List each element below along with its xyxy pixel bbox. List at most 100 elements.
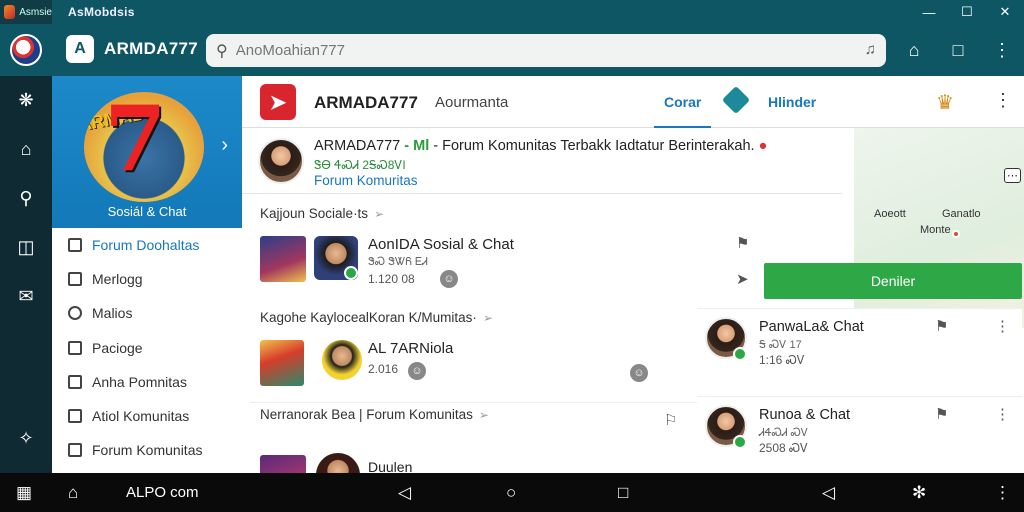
card-header: Kajjoun Sociale·ts: [260, 206, 369, 221]
armada-logo: ARMADA 7: [84, 92, 204, 202]
settings-icon[interactable]: ❋: [0, 76, 52, 125]
sidebar-item[interactable]: Forum Komunitas: [52, 433, 242, 467]
search-bar[interactable]: ⚲ ♫: [206, 34, 886, 67]
post-header[interactable]: ARMADA777 - Ml - Forum Komunitas Terbakk…: [242, 128, 842, 194]
recents-icon[interactable]: □: [618, 483, 628, 503]
item-meta: ᏗᏎᏍᏗ ᏍᏙ: [759, 427, 809, 439]
more-vert-icon[interactable]: ⋮: [994, 90, 1012, 111]
maximize-icon[interactable]: ☐: [948, 0, 986, 24]
post-title: ARMADA777 - Ml - Forum Komunitas Terbakk…: [314, 138, 768, 154]
tab-header: ➤ ARMADA777 Aourmanta Corar Hlinder ♛ ⋮: [242, 76, 1024, 128]
window-title: AsMobdsis: [68, 5, 135, 19]
sidebar-list: Forum Doohaltas Merlogg Malios Pacioge A…: [52, 228, 242, 467]
bell-icon: [68, 306, 82, 321]
close-icon[interactable]: ✕: [986, 0, 1024, 24]
minimize-icon[interactable]: —: [910, 0, 948, 24]
card-header: Kagohe KaylocealKoran K/Mumitas·: [260, 310, 477, 325]
item-name: AL 7ARNiola: [368, 340, 454, 357]
bookmark-icon[interactable]: ⚑: [736, 234, 749, 252]
thumbnail[interactable]: [260, 340, 304, 386]
connect-icon[interactable]: ✻: [912, 483, 926, 503]
note-icon: [68, 409, 82, 424]
more-vert-icon[interactable]: ⋮: [980, 34, 1024, 66]
join-button[interactable]: Deniler: [764, 263, 1022, 299]
tab-corar[interactable]: Corar: [654, 94, 712, 128]
home-rail-icon[interactable]: ⌂: [0, 125, 52, 174]
avatar[interactable]: [258, 138, 304, 184]
more-vert-icon[interactable]: ⋮: [994, 483, 1011, 503]
share-icon[interactable]: □: [936, 34, 980, 66]
medal-icon[interactable]: ♛: [936, 90, 954, 115]
search-input[interactable]: [235, 42, 836, 59]
layout-icon[interactable]: ◫: [0, 223, 52, 272]
item-name: Runoa & Chat: [759, 407, 851, 423]
nav-center-text: ALPO com: [126, 484, 199, 501]
tab-hlinder[interactable]: Hlinder: [768, 94, 816, 110]
top-app-bar: A ARMDA777 ⚲ ♫ ⌂ □ ⋮: [0, 24, 1024, 76]
list-item[interactable]: Kajjoun Sociale·ts ➢ AonIDA Sosial & Chat…: [250, 202, 749, 298]
thumbnail[interactable]: [260, 236, 306, 282]
search-rail-icon[interactable]: ⚲: [0, 174, 52, 223]
forum-link[interactable]: Forum Komuritas: [314, 173, 418, 188]
map-pin-icon[interactable]: [952, 230, 960, 238]
post-subline: ᏕᎾ ᏎᏍᏗ 2ᎦᏍ8ᏙI: [314, 158, 406, 172]
flag-icon[interactable]: ⚐: [664, 411, 677, 429]
bookmark-icon[interactable]: ⚑: [935, 405, 948, 423]
back-secondary-icon[interactable]: ◁: [822, 483, 835, 503]
messages-icon[interactable]: ✉: [0, 272, 52, 321]
tag-icon[interactable]: ➤: [736, 270, 749, 288]
pin-icon: ➢: [478, 408, 489, 422]
back-icon[interactable]: ◁: [398, 483, 411, 503]
tools-icon[interactable]: ✧: [0, 414, 52, 463]
app-chip[interactable]: Asmsie: [0, 0, 52, 24]
item-count: 2508 ᏍᏙ: [759, 441, 809, 455]
home-icon[interactable]: ⌂: [892, 34, 936, 66]
list-item[interactable]: Runoa & Chat ᏗᏎᏍᏗ ᏍᏙ 2508 ᏍᏙ ⚑ ⋮: [697, 396, 1022, 473]
search-icon: ⚲: [216, 42, 228, 60]
sidebar-item[interactable]: Merlogg: [52, 262, 242, 296]
armada-icon: ➤: [260, 84, 296, 120]
diamond-icon[interactable]: [721, 85, 751, 115]
user-icon[interactable]: ☺: [408, 362, 426, 380]
list-item[interactable]: Nerranorak Bea | Forum Komunitas ➢ ⚐ Duul…: [250, 402, 705, 473]
more-vert-icon[interactable]: ⋮: [995, 405, 1010, 423]
hero-caption: Sosiál & Chat: [107, 204, 187, 219]
profile-logo-icon[interactable]: [10, 34, 42, 66]
user-icon[interactable]: ☺: [440, 270, 458, 288]
sidebar-item[interactable]: Pacioge: [52, 331, 242, 365]
avatar[interactable]: [322, 340, 362, 380]
header-subtitle: Aourmanta: [435, 94, 509, 111]
pin-icon: ➢: [482, 311, 493, 325]
chat-bubble-icon[interactable]: ⋯: [1004, 168, 1021, 183]
user-icon[interactable]: ☺: [630, 364, 648, 382]
list-item[interactable]: Kagohe KaylocealKoran K/Mumitas· ➢ AL 7AR…: [250, 306, 705, 398]
bookmark-icon[interactable]: ⚑: [935, 317, 948, 335]
window-titlebar: Asmsie AsMobdsis — ☐ ✕: [0, 0, 1024, 24]
sidebar: ARMADA 7 › Sosiál & Chat Forum Doohaltas…: [52, 76, 242, 473]
nav-rail: ❋ ⌂ ⚲ ◫ ✉ ✧: [0, 76, 52, 473]
sidebar-item[interactable]: Forum Doohaltas: [52, 228, 242, 262]
system-nav-bar: ▦ ⌂ ALPO com ◁ ○ □ ◁ ✻ ⋮: [0, 473, 1024, 512]
sidebar-item[interactable]: Anha Pomnitas: [52, 365, 242, 399]
avatar[interactable]: [316, 453, 360, 473]
apps-grid-icon[interactable]: ▦: [16, 483, 32, 503]
list-item[interactable]: PanwaLa& Chat Ꭶ ᏍᏙ 17 1:16 ᏍᏙ ⚑ ⋮: [697, 308, 1022, 394]
online-icon: [733, 347, 747, 361]
online-icon: [344, 266, 358, 280]
brand-logo-icon: A: [66, 35, 94, 63]
card-header: Nerranorak Bea | Forum Komunitas: [260, 407, 473, 422]
item-meta: Ꭶ ᏍᏙ 17: [759, 339, 802, 351]
sidebar-item[interactable]: Malios: [52, 296, 242, 330]
chevron-right-icon[interactable]: ›: [221, 134, 228, 157]
home-circle-icon[interactable]: ○: [506, 483, 516, 503]
item-count: 2.016: [368, 362, 399, 376]
app-icon: [4, 5, 16, 19]
voice-icon[interactable]: ♫: [865, 41, 876, 58]
item-name: PanwaLa& Chat: [759, 319, 864, 335]
thumbnail[interactable]: [260, 455, 306, 473]
sidebar-item[interactable]: Atiol Komunitas: [52, 399, 242, 433]
more-vert-icon[interactable]: ⋮: [995, 317, 1010, 335]
home-nav-icon[interactable]: ⌂: [68, 483, 78, 503]
item-name: AonIDA Sosial & Chat: [368, 236, 514, 253]
brand[interactable]: A ARMDA777: [66, 35, 198, 63]
